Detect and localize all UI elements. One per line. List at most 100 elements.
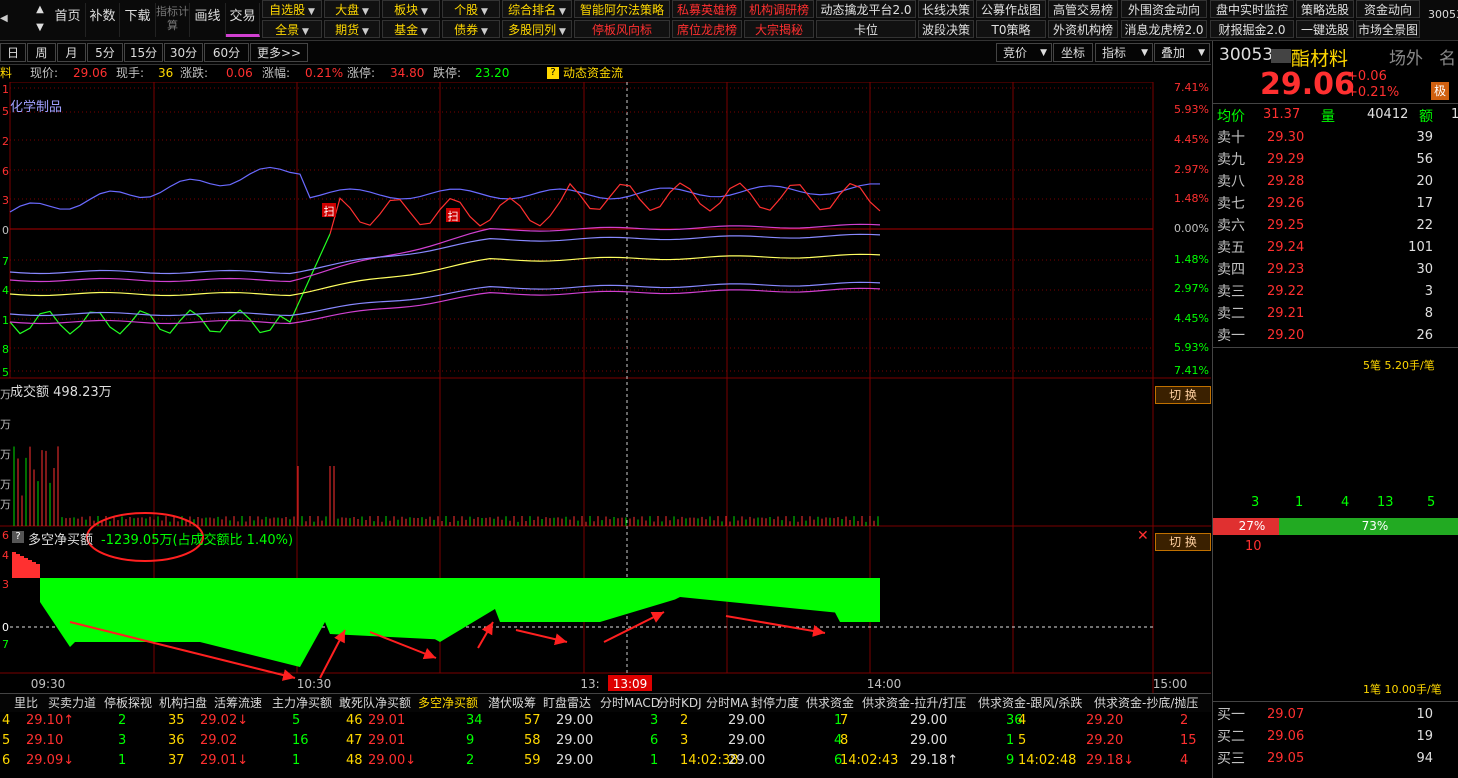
period-3-button[interactable]: 5分 [87,43,123,62]
ask-row[interactable]: 卖三 29.22 3 [1217,281,1457,303]
nav-home-button[interactable]: 首页 [50,3,86,37]
period-2-button[interactable]: 月 [57,43,86,62]
indicator-tab-16[interactable]: 供求资金-跟风/杀跌 [978,694,1082,712]
row2-item-0[interactable]: 全景 ▼ [262,20,322,38]
auction-dropdown[interactable]: 竞价 ▼ [996,43,1052,62]
close-icon[interactable]: ✕ [1137,528,1149,544]
row1-item-2[interactable]: 板块 ▼ [382,0,440,18]
period-4-button[interactable]: 15分 [124,43,163,62]
nav-fill-data-button[interactable]: 补数 [86,3,120,37]
ask-row[interactable]: 卖一 29.20 26 [1217,325,1457,347]
row2-item-9[interactable]: 波段决策 [918,20,974,38]
help-icon[interactable]: ? [547,67,559,79]
ask-row[interactable]: 卖四 29.23 30 [1217,259,1457,281]
nav-drawing-button[interactable]: 画线 [190,3,226,37]
row2-item-4[interactable]: 多股同列 ▼ [502,20,572,38]
period-7-button[interactable]: 更多>> [250,43,308,62]
row1-item-9[interactable]: 长线决策 [918,0,974,18]
row2-item-14[interactable]: 一键选股 [1296,20,1354,38]
nav-download-button[interactable]: 下载 [120,3,156,37]
tick-cell: 57 [524,713,541,728]
ask-row[interactable]: 卖五 29.24 101 [1217,237,1457,259]
indicator-tab-14[interactable]: 供求资金 [806,694,854,712]
tick-cell: 14:02:43 [840,753,899,768]
ask-row[interactable]: 卖六 29.25 22 [1217,215,1457,237]
indicator-tab-12[interactable]: 分时MA [706,694,749,712]
bid-row[interactable]: 买一 29.07 10 [1217,704,1457,726]
nav-indicator-calc-button[interactable]: 指标计算 [156,3,190,37]
indicator-dropdown[interactable]: 指标 ▼ [1095,43,1153,62]
indicator-tab-1[interactable]: 买卖力道 [48,694,96,712]
row1-item-1[interactable]: 大盘 ▼ [324,0,380,18]
ask-row[interactable]: 卖二 29.21 8 [1217,303,1457,325]
row1-item-5[interactable]: 智能阿尔法策略 [574,0,670,18]
indicator-tab-2[interactable]: 停板探视 [104,694,152,712]
ask-row[interactable]: 卖九 29.29 56 [1217,149,1457,171]
indicator-tab-11[interactable]: 分时KDJ [657,694,702,712]
indicator-tab-4[interactable]: 活筹流速 [214,694,262,712]
ask-row[interactable]: 卖十 29.30 39 [1217,127,1457,149]
row2-item-label: 基金 [394,23,419,37]
indicator-tab-15[interactable]: 供求资金-拉升/打压 [862,694,966,712]
otc-tag[interactable]: 场外 [1389,44,1423,69]
row1-item-11[interactable]: 高管交易榜 [1048,0,1118,18]
indicator-tab-0[interactable]: 里比 [14,694,38,712]
row1-item-14[interactable]: 策略选股 [1296,0,1354,18]
tick-cell: 1 [1006,733,1015,748]
row1-item-0[interactable]: 自选股 ▼ [262,0,322,18]
annotation-arrow [725,615,826,637]
name-tag[interactable]: 名 [1439,44,1456,69]
row1-item-15[interactable]: 资金动向 [1356,0,1420,18]
row2-item-13[interactable]: 财报掘金2.0 [1210,20,1294,38]
row2-item-2[interactable]: 基金 ▼ [382,20,440,38]
indicator-tab-17[interactable]: 供求资金-抄底/抛压 [1094,694,1198,712]
ask-row[interactable]: 卖七 29.26 17 [1217,193,1457,215]
row2-item-8[interactable]: 卡位 [816,20,916,38]
row2-item-1[interactable]: 期货 ▼ [324,20,380,38]
tick-cell: 1 [650,753,659,768]
row1-item-3[interactable]: 个股 ▼ [442,0,500,18]
bid-volume: 19 [1416,729,1433,744]
row1-item-7[interactable]: 机构调研榜 [744,0,814,18]
indicator-tab-3[interactable]: 机构扫盘 [159,694,207,712]
row1-item-12[interactable]: 外围资金动向 [1121,0,1207,18]
row1-item-10[interactable]: 公募作战图 [976,0,1046,18]
period-0-button[interactable]: 日 [0,43,26,62]
row2-item-11[interactable]: 外资机构榜 [1048,20,1118,38]
indicator-tab-9[interactable]: 盯盘雷达 [543,694,591,712]
bid-row[interactable]: 买三 29.05 94 [1217,748,1457,770]
row1-item-13[interactable]: 盘中实时监控 [1210,0,1294,18]
nav-trade-button[interactable]: 交易 [226,3,260,37]
ask-row[interactable]: 卖八 29.28 20 [1217,171,1457,193]
dynamic-flow-link[interactable]: 动态资金流 [563,64,623,82]
period-bar: 日周月 5分 15分 30分 60分 更多>> 竞价 ▼ 坐标 指标 ▼ 叠加 ▼ [0,41,1211,65]
bid-row[interactable]: 买二 29.06 19 [1217,726,1457,748]
indicator-tab-6[interactable]: 敢死队净买额 [339,694,411,712]
period-1-button[interactable]: 周 [27,43,56,62]
row1-item-6[interactable]: 私募英雄榜 [672,0,742,18]
coordinate-button[interactable]: 坐标 [1053,43,1093,62]
row2-item-5[interactable]: 停板风向标 [574,20,670,38]
row1-item-4[interactable]: 综合排名 ▼ [502,0,572,18]
indicator-tab-5[interactable]: 主力净买额 [272,694,332,712]
back-arrow-icon[interactable]: ◀ [0,4,10,34]
row2-item-10[interactable]: T0策略 [976,20,1046,38]
row2-item-12[interactable]: 消息龙虎榜2.0 [1121,20,1207,38]
period-6-button[interactable]: 60分 [204,43,249,62]
indicator-tab-7[interactable]: 多空净买额 [418,694,478,712]
row2-item-15[interactable]: 市场全景图 [1356,20,1420,38]
row2-item-6[interactable]: 席位龙虎榜 [672,20,742,38]
help-icon[interactable]: ? [12,531,24,543]
indicator-tab-13[interactable]: 封停力度 [751,694,799,712]
indicator-tab-10[interactable]: 分时MACD [600,694,660,712]
row1-item-8[interactable]: 动态擒龙平台2.0 [816,0,916,18]
overlay-dropdown[interactable]: 叠加 ▼ [1154,43,1210,62]
row2-item-7[interactable]: 大宗揭秘 [744,20,814,38]
scroll-up-icon[interactable]: ▲ [32,2,48,18]
period-5-button[interactable]: 30分 [164,43,203,62]
scroll-down-icon[interactable]: ▼ [32,20,48,36]
row2-item-3[interactable]: 债券 ▼ [442,20,500,38]
indicator-tab-8[interactable]: 潜伏吸筹 [488,694,536,712]
netbuy-switch-button[interactable]: 切 换 [1155,533,1211,551]
volume-switch-button[interactable]: 切 换 [1155,386,1211,404]
